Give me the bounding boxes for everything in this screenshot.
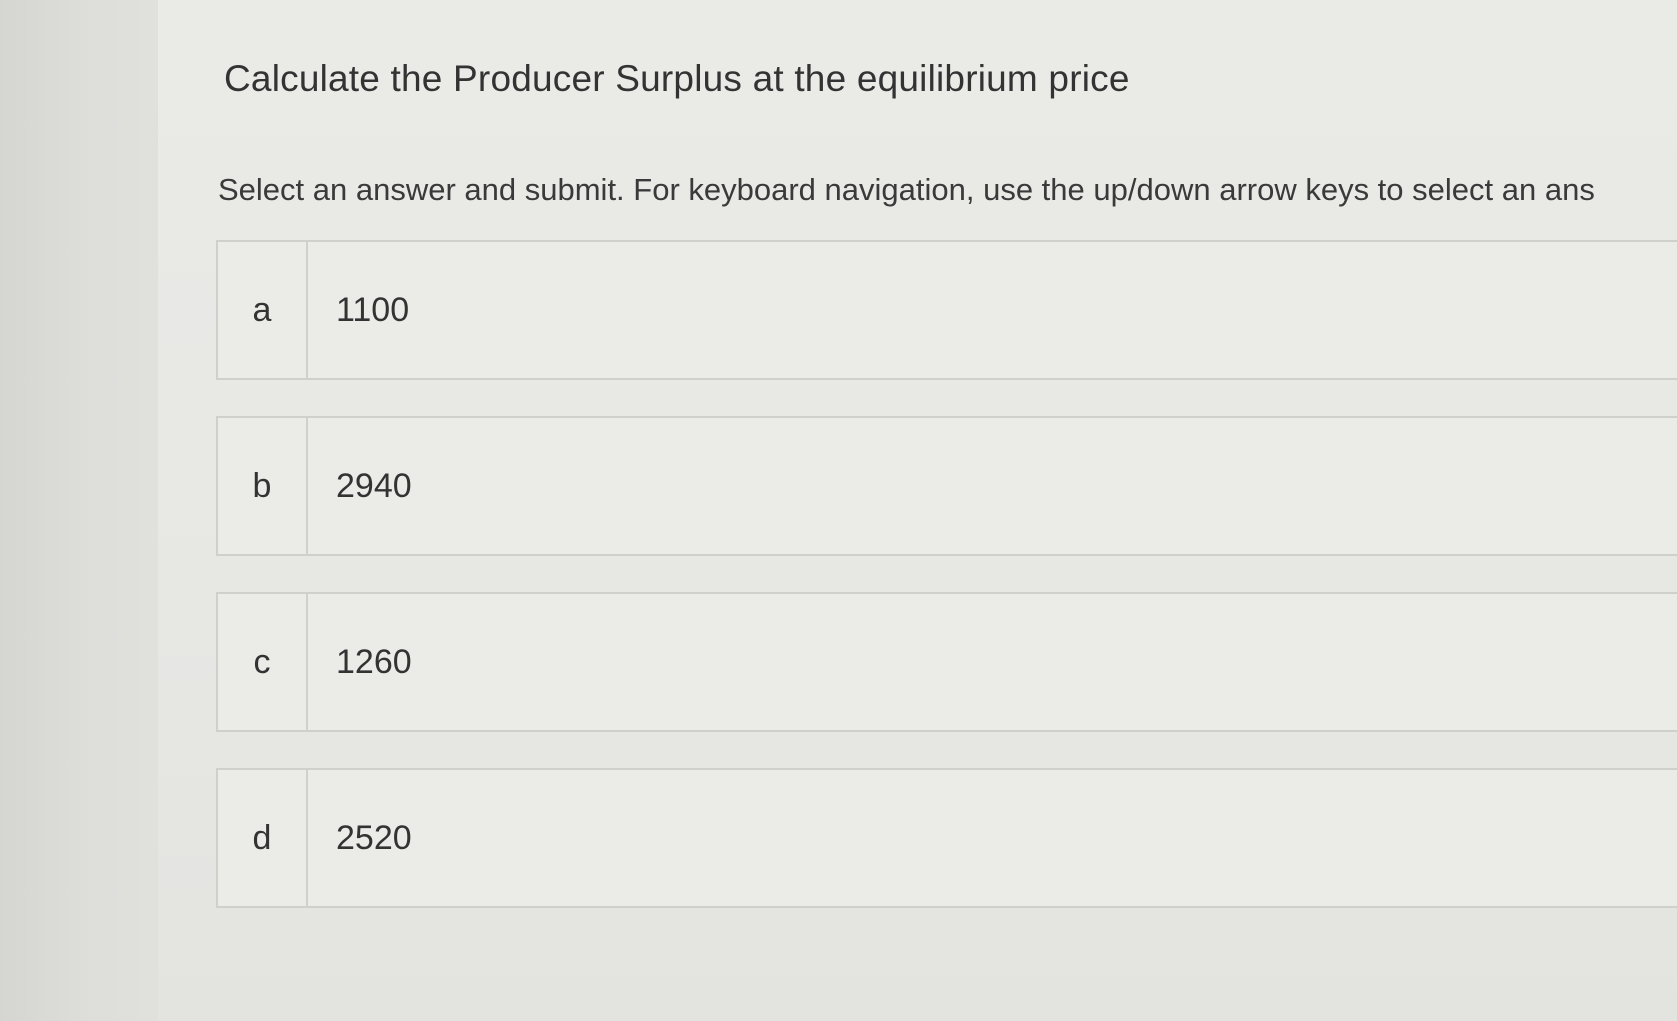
answer-list: a 1100 b 2940 c 1260 d 2520	[216, 240, 1677, 944]
answer-option-a[interactable]: a 1100	[216, 240, 1677, 380]
left-margin	[0, 0, 158, 1021]
answer-letter: d	[218, 770, 308, 906]
answer-value: 2520	[336, 818, 412, 857]
answer-letter: a	[218, 242, 308, 378]
answer-option-d[interactable]: d 2520	[216, 768, 1677, 908]
answer-instructions: Select an answer and submit. For keyboar…	[218, 172, 1595, 207]
answer-letter: c	[218, 594, 308, 730]
question-panel: Calculate the Producer Surplus at the eq…	[158, 0, 1677, 1021]
answer-option-b[interactable]: b 2940	[216, 416, 1677, 556]
answer-option-c[interactable]: c 1260	[216, 592, 1677, 732]
answer-value: 1260	[336, 642, 412, 681]
answer-value: 1100	[336, 290, 410, 329]
answer-letter: b	[218, 418, 308, 554]
answer-value: 2940	[336, 466, 412, 505]
question-title: Calculate the Producer Surplus at the eq…	[224, 58, 1130, 99]
